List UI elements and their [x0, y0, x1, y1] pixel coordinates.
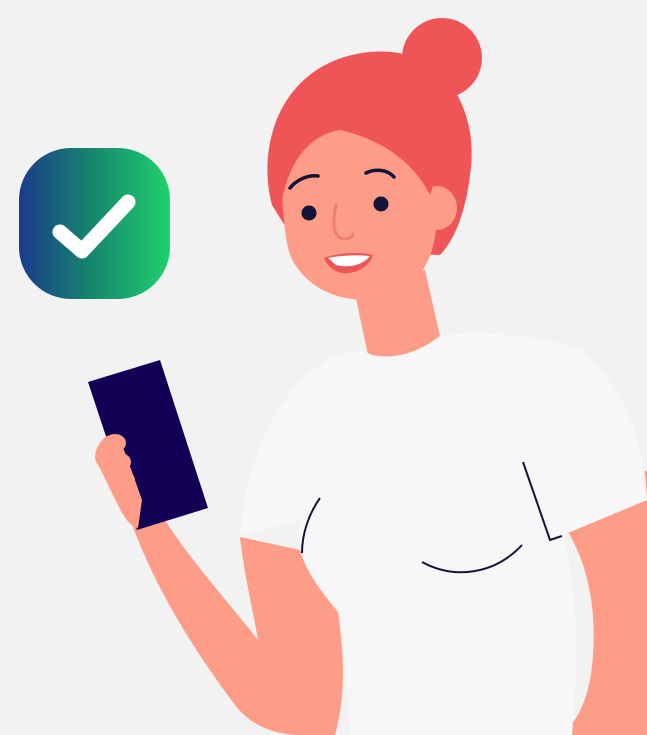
left-eye	[301, 205, 317, 221]
right-eye	[373, 196, 389, 212]
badge-background	[19, 148, 170, 299]
illustration-scene	[0, 0, 647, 735]
woman-with-phone-illustration	[19, 18, 647, 735]
success-badge	[19, 148, 170, 299]
ear	[417, 186, 457, 230]
